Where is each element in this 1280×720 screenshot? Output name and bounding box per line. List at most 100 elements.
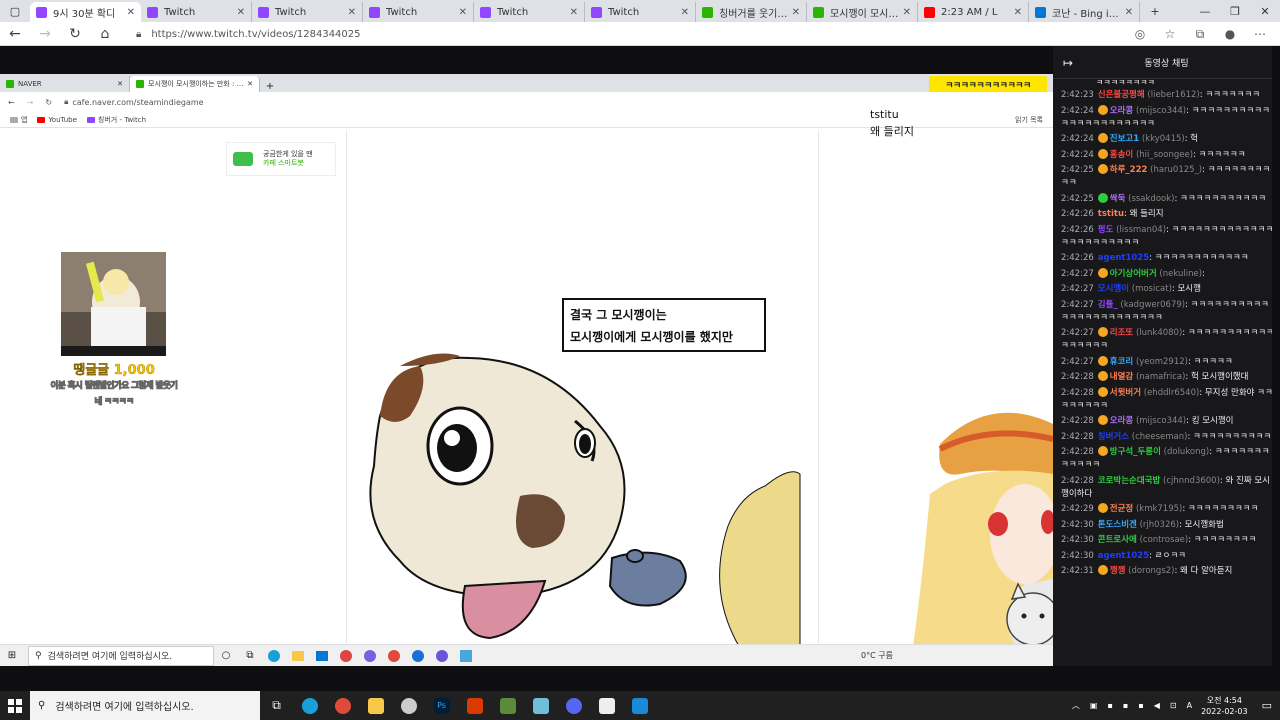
url-field[interactable]: 🔒︎ https://www.twitch.tv/videos/12843440… — [128, 25, 1148, 43]
reload-icon[interactable]: ↻ — [60, 22, 90, 46]
chat-username[interactable]: 모시깽이 — [1098, 284, 1129, 294]
chat-username[interactable]: 전균정 — [1110, 504, 1133, 514]
menu-dots-icon[interactable]: ⋯ — [1245, 22, 1275, 46]
app-icon — [406, 645, 430, 667]
subscriber-badge-icon — [1097, 503, 1108, 513]
subscriber-badge-icon — [1097, 446, 1108, 456]
notification-icon[interactable]: ▭ — [1262, 699, 1272, 712]
chat-username[interactable]: 깽껭 — [1110, 566, 1126, 576]
subscriber-badge-icon — [1097, 371, 1108, 381]
browser-tab[interactable]: 모시깽이 모시깽이 ✕ — [807, 2, 918, 22]
collections-icon[interactable]: ⧉ — [1185, 22, 1215, 46]
chat-username[interactable]: 신은불공평해 — [1098, 90, 1145, 100]
tab-close-icon[interactable]: ✕ — [792, 7, 800, 18]
chat-login-id: (ssakdook) — [1128, 193, 1175, 204]
tray-icon[interactable]: ▪ — [1107, 701, 1112, 710]
unity-icon[interactable] — [590, 691, 623, 720]
ime-icon[interactable]: A — [1187, 701, 1192, 710]
forward-icon[interactable]: → — [30, 22, 60, 46]
favorites-star-icon[interactable]: ☆ — [1155, 22, 1185, 46]
back-icon[interactable]: ← — [0, 22, 30, 46]
app-icon — [430, 645, 454, 667]
edge-icon[interactable] — [293, 691, 326, 720]
taskbar-clock[interactable]: 오전 4:54 2022-02-03 — [1201, 695, 1248, 717]
chat-username[interactable]: 싹둑 — [1110, 194, 1126, 204]
maximize-icon[interactable]: ❐ — [1220, 0, 1250, 22]
tray-icon[interactable]: ▪ — [1138, 701, 1143, 710]
chevron-up-icon[interactable]: ︿ — [1072, 700, 1080, 711]
photoshop-icon[interactable]: Ps — [425, 691, 458, 720]
windows-start-button[interactable] — [0, 691, 30, 720]
browser-tab[interactable]: Twitch ✕ — [141, 2, 252, 22]
browser-tab[interactable]: 2:23 AM / L ✕ — [918, 2, 1029, 22]
chat-timestamp: 2:42:27 — [1061, 268, 1094, 279]
chat-username[interactable]: 홍송이 — [1110, 150, 1133, 160]
robot-icon — [233, 152, 253, 166]
chat-username[interactable]: 펑도 — [1098, 225, 1114, 235]
chat-username[interactable]: 오라콩 — [1110, 106, 1133, 116]
task-view-icon[interactable]: ⧉ — [260, 691, 293, 720]
browser-tab[interactable]: 칭버거를 웃기는 방 ✕ — [696, 2, 807, 22]
folder-icon[interactable] — [359, 691, 392, 720]
tab-close-icon[interactable]: ✕ — [903, 7, 911, 18]
chat-username[interactable]: 하루_222 — [1110, 165, 1148, 175]
minecraft-icon[interactable] — [491, 691, 524, 720]
chat-timestamp: 2:42:26 — [1061, 253, 1094, 263]
chat-username[interactable]: 서윗버거 — [1110, 388, 1141, 398]
chat-username[interactable]: 콘트로사에 — [1098, 535, 1137, 545]
network-icon[interactable]: ⊡ — [1170, 701, 1177, 710]
browser-tab[interactable]: Twitch ✕ — [474, 2, 585, 22]
chat-username[interactable]: 칭버거스 — [1098, 432, 1129, 442]
tracking-icon[interactable]: ◎ — [1125, 22, 1155, 46]
chat-username[interactable]: 김툴_ — [1098, 300, 1118, 310]
video-player[interactable]: NAVER ✕ 모시깽이 모시깽이하는 만화 : 네이 ✕ + ㅋㅋㅋㅋㅋㅋㅋㅋㅋㅋ… — [0, 74, 1053, 666]
browser-tab[interactable]: Twitch ✕ — [363, 2, 474, 22]
chat-username[interactable]: 방구석_두롱이 — [1110, 447, 1161, 457]
tray-icon[interactable]: ▣ — [1090, 701, 1098, 710]
chat-username[interactable]: agent1025 — [1098, 551, 1149, 561]
tab-title: 칭버거를 웃기는 방 — [719, 8, 788, 20]
tray-icon[interactable]: ▪ — [1123, 701, 1128, 710]
chrome-icon[interactable] — [326, 691, 359, 720]
volume-icon[interactable]: ◀︎ — [1154, 701, 1160, 710]
discord-icon[interactable] — [557, 691, 590, 720]
tab-close-icon[interactable]: ✕ — [459, 7, 467, 18]
taskbar-search-input[interactable]: ⚲ 검색하려면 여기에 입력하십시오. — [30, 691, 260, 720]
minimize-icon[interactable]: — — [1190, 0, 1220, 22]
smartbot-ad[interactable]: 궁금한게 있을 땐 카페 스마트봇 — [226, 142, 336, 176]
collapse-chat-icon[interactable]: ↦ — [1063, 56, 1073, 70]
chat-username[interactable]: 코로박는순대국밥 — [1098, 476, 1161, 486]
new-tab-button[interactable]: + — [1140, 0, 1170, 22]
browser-tab[interactable]: Twitch ✕ — [252, 2, 363, 22]
office-icon[interactable] — [458, 691, 491, 720]
chat-username[interactable]: 오라콩 — [1110, 416, 1133, 426]
chat-username[interactable]: tstitu — [1098, 209, 1124, 219]
chat-username[interactable]: 휴코리 — [1110, 357, 1133, 367]
browser-tab[interactable]: Twitch ✕ — [585, 2, 696, 22]
chat-username[interactable]: agent1025 — [1098, 253, 1149, 263]
tab-close-icon[interactable]: ✕ — [237, 7, 245, 18]
browser-tab[interactable]: 9시 30분 확디 ✕ — [30, 2, 141, 22]
app-icon[interactable] — [623, 691, 656, 720]
home-icon[interactable]: ⌂ — [90, 22, 120, 46]
tab-close-icon[interactable]: ✕ — [681, 7, 689, 18]
app-icon[interactable] — [392, 691, 425, 720]
chat-username[interactable]: 톤도스비겐 — [1098, 520, 1137, 530]
tab-close-icon[interactable]: ✕ — [127, 7, 135, 18]
profile-icon[interactable]: ● — [1215, 22, 1245, 46]
tab-close-icon[interactable]: ✕ — [348, 7, 356, 18]
chat-username[interactable]: 리조또 — [1110, 328, 1133, 338]
chat-login-id: (mijsco344) — [1135, 416, 1187, 426]
tab-close-icon[interactable]: ✕ — [1125, 7, 1133, 18]
chat-message-list[interactable]: 2:42:23 신은불공평해 (lieber1612): ㅋㅋㅋㅋㅋㅋㅋ 2:42:… — [1053, 89, 1280, 578]
app-icon[interactable] — [524, 691, 557, 720]
chat-username[interactable]: 아기상어버거 — [1110, 269, 1157, 279]
browser-tab[interactable]: 코난 - Bing images ✕ — [1029, 2, 1140, 22]
chat-username[interactable]: 내열감 — [1110, 372, 1133, 382]
close-window-icon[interactable]: ✕ — [1250, 0, 1280, 22]
tab-close-icon[interactable]: ✕ — [570, 7, 578, 18]
chat-username[interactable]: 진보고1 — [1110, 134, 1139, 144]
tab-actions-icon[interactable]: ▢ — [0, 0, 30, 22]
chat-scrollbar[interactable] — [1272, 46, 1280, 666]
tab-close-icon[interactable]: ✕ — [1014, 7, 1022, 18]
